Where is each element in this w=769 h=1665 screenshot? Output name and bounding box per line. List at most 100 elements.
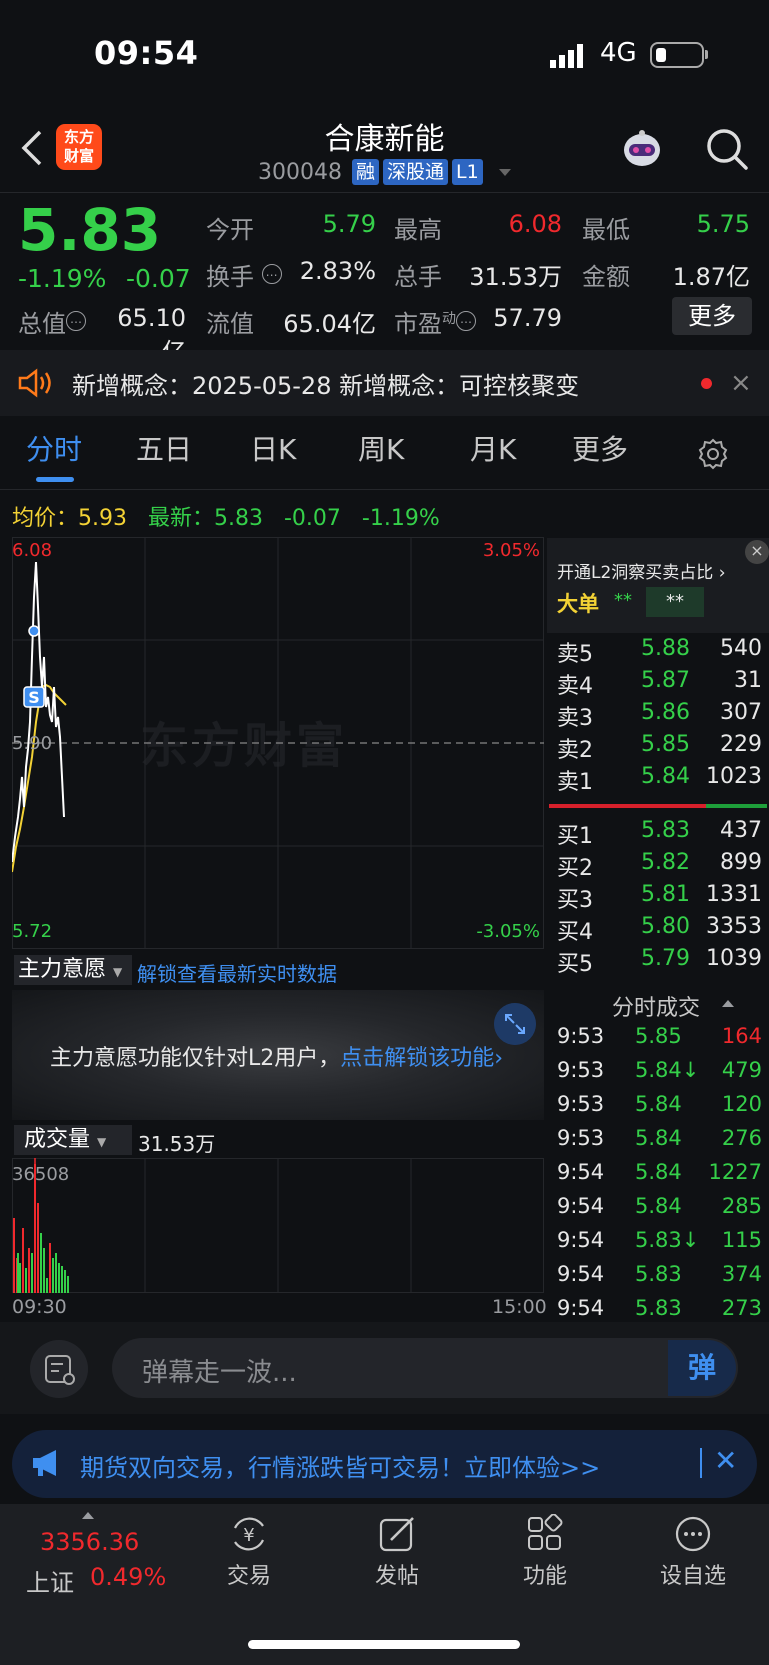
avg-price-row: 均价：5.93 最新：5.83 -0.07 -1.19%	[12, 500, 440, 532]
unlock-feature-link[interactable]: 点击解锁该功能	[340, 1046, 494, 1071]
turnover-value: 2.83%	[299, 257, 376, 285]
float-label: 流值	[206, 310, 254, 338]
tick-row: 9:53 5.84 120	[557, 1092, 762, 1116]
info-icon[interactable]: …	[66, 311, 86, 331]
bid-row[interactable]: 买2 5.82 899	[557, 850, 762, 882]
trade-icon: ¥	[234, 1517, 264, 1551]
l2-promo-box[interactable]	[547, 538, 769, 633]
tab-five-day[interactable]: 五日	[136, 428, 192, 468]
info-icon[interactable]: …	[261, 264, 282, 284]
nav-post[interactable]: 发帖	[342, 1514, 452, 1590]
home-indicator[interactable]	[248, 1640, 520, 1649]
ad-text[interactable]: 期货双向交易，行情涨跌皆可交易！立即体验>>	[80, 1448, 600, 1483]
notice-text: 新增概念：2025-05-28 新增概念：可控核聚变	[72, 372, 580, 400]
index-name[interactable]: 上证	[26, 1563, 74, 1598]
intraday-chart[interactable]: S 6.08 5.90 5.72 3.05% -3.05%	[12, 537, 544, 949]
close-icon[interactable]: ×	[730, 368, 752, 398]
close-icon[interactable]: ×	[745, 540, 769, 564]
ask-row[interactable]: 卖2 5.85 229	[557, 732, 762, 764]
tick-row: 9:53 5.84↓ 479	[557, 1058, 762, 1082]
tab-intraday[interactable]: 分时	[26, 428, 82, 468]
nav-trade[interactable]: ¥ 交易	[194, 1514, 304, 1590]
latest-value: 5.83	[214, 506, 263, 531]
open-label: 今开	[206, 216, 254, 244]
tick-row: 9:54 5.84 1227	[557, 1160, 762, 1184]
float-value: 65.04亿	[283, 310, 376, 338]
big-order-value: **	[614, 590, 632, 611]
amount-value: 1.87亿	[672, 263, 750, 291]
tag-margin: 融	[351, 159, 379, 185]
close-icon[interactable]: ✕	[714, 1444, 737, 1477]
last-price: 5.83	[18, 196, 162, 264]
l2-promo-text[interactable]: 开通L2洞察买卖占比 ›	[557, 558, 726, 583]
stock-subtitle: 300048 融 深股通 L1	[258, 158, 511, 186]
unlock-link[interactable]: 解锁查看最新实时数据	[137, 958, 337, 987]
bid-row[interactable]: 买4 5.80 3353	[557, 914, 762, 946]
main-force-dropdown[interactable]: 主力意愿 ▼	[14, 955, 132, 985]
danmaku-settings-icon[interactable]	[30, 1340, 88, 1398]
volume-grid	[12, 1158, 544, 1293]
y-mid-label: 5.90	[12, 733, 52, 754]
tab-more[interactable]: 更多	[572, 428, 628, 468]
low-value: 5.75	[696, 210, 750, 238]
chevron-up-icon[interactable]	[722, 1000, 734, 1007]
info-icon[interactable]: …	[456, 311, 476, 331]
nav-add-watchlist[interactable]: 设自选	[638, 1514, 748, 1590]
tag-connect: 深股通	[383, 159, 449, 185]
chevron-down-icon[interactable]	[498, 168, 511, 176]
robot-assistant-icon[interactable]	[620, 128, 664, 172]
tick-row: 9:54 5.83 374	[557, 1262, 762, 1286]
bid-row[interactable]: 买5 5.79 1039	[557, 946, 762, 978]
mktcap-label: 总值…	[18, 304, 86, 339]
volume-dropdown[interactable]: 成交量 ▼	[14, 1125, 132, 1155]
tab-monthly-k[interactable]: 月K	[470, 428, 516, 468]
bid-row[interactable]: 买3 5.81 1331	[557, 882, 762, 914]
bid-row[interactable]: 买1 5.83 437	[557, 818, 762, 850]
volume-chart[interactable]: 36508	[12, 1158, 544, 1293]
pct-top-label: 3.05%	[483, 540, 540, 561]
expand-icon[interactable]	[494, 1003, 536, 1045]
y-bottom-label: 5.72	[12, 921, 52, 942]
ask-row[interactable]: 卖3 5.86 307	[557, 700, 762, 732]
battery-icon	[650, 42, 704, 68]
ask-row[interactable]: 卖5 5.88 540	[557, 636, 762, 668]
more-dots-icon	[675, 1516, 711, 1552]
search-icon[interactable]	[704, 126, 750, 172]
nav-functions[interactable]: 功能	[490, 1514, 600, 1590]
pct-bottom-label: -3.05%	[476, 921, 540, 942]
status-time: 09:54	[94, 34, 199, 72]
index-value[interactable]: 3356.36	[40, 1528, 139, 1556]
big-order-ratio: **	[646, 587, 704, 617]
tab-weekly-k[interactable]: 周K	[358, 428, 404, 468]
gear-icon[interactable]	[696, 437, 730, 471]
index-pct[interactable]: 0.49%	[90, 1563, 166, 1591]
ad-separator	[700, 1448, 702, 1478]
tick-row: 9:54 5.84 285	[557, 1194, 762, 1218]
turnover-label: 换手 …	[206, 257, 282, 292]
chevron-up-icon[interactable]	[82, 1512, 94, 1519]
sell-marker-label: S	[28, 688, 40, 707]
volume-max-label: 36508	[12, 1164, 69, 1185]
volume-total: 31.53万	[138, 1132, 216, 1156]
network-label: 4G	[600, 38, 637, 68]
unread-dot	[701, 378, 712, 389]
tick-row: 9:53 5.84 276	[557, 1126, 762, 1150]
danmaku-placeholder[interactable]: 弹幕走一波...	[142, 1352, 297, 1389]
y-top-label: 6.08	[12, 540, 52, 561]
time-start: 09:30	[12, 1296, 67, 1318]
divider	[0, 489, 769, 490]
avg-price-line	[12, 683, 67, 873]
ask-row[interactable]: 卖1 5.84 1023	[557, 764, 762, 796]
danmaku-send-button[interactable]: 弹	[668, 1340, 736, 1396]
megaphone-icon	[33, 1450, 56, 1476]
ask-row[interactable]: 卖4 5.87 31	[557, 668, 762, 700]
amount-label: 金额	[582, 263, 630, 291]
avg-value: 5.93	[78, 506, 127, 531]
more-quote-button[interactable]: 更多	[672, 297, 752, 335]
tag-level: L1	[452, 159, 483, 185]
pe-value: 57.79	[493, 304, 562, 332]
latest-label: 最新：	[147, 506, 214, 531]
tab-daily-k[interactable]: 日K	[250, 428, 296, 468]
tick-list-title[interactable]: 分时成交	[612, 990, 700, 1022]
edit-icon	[379, 1517, 414, 1552]
